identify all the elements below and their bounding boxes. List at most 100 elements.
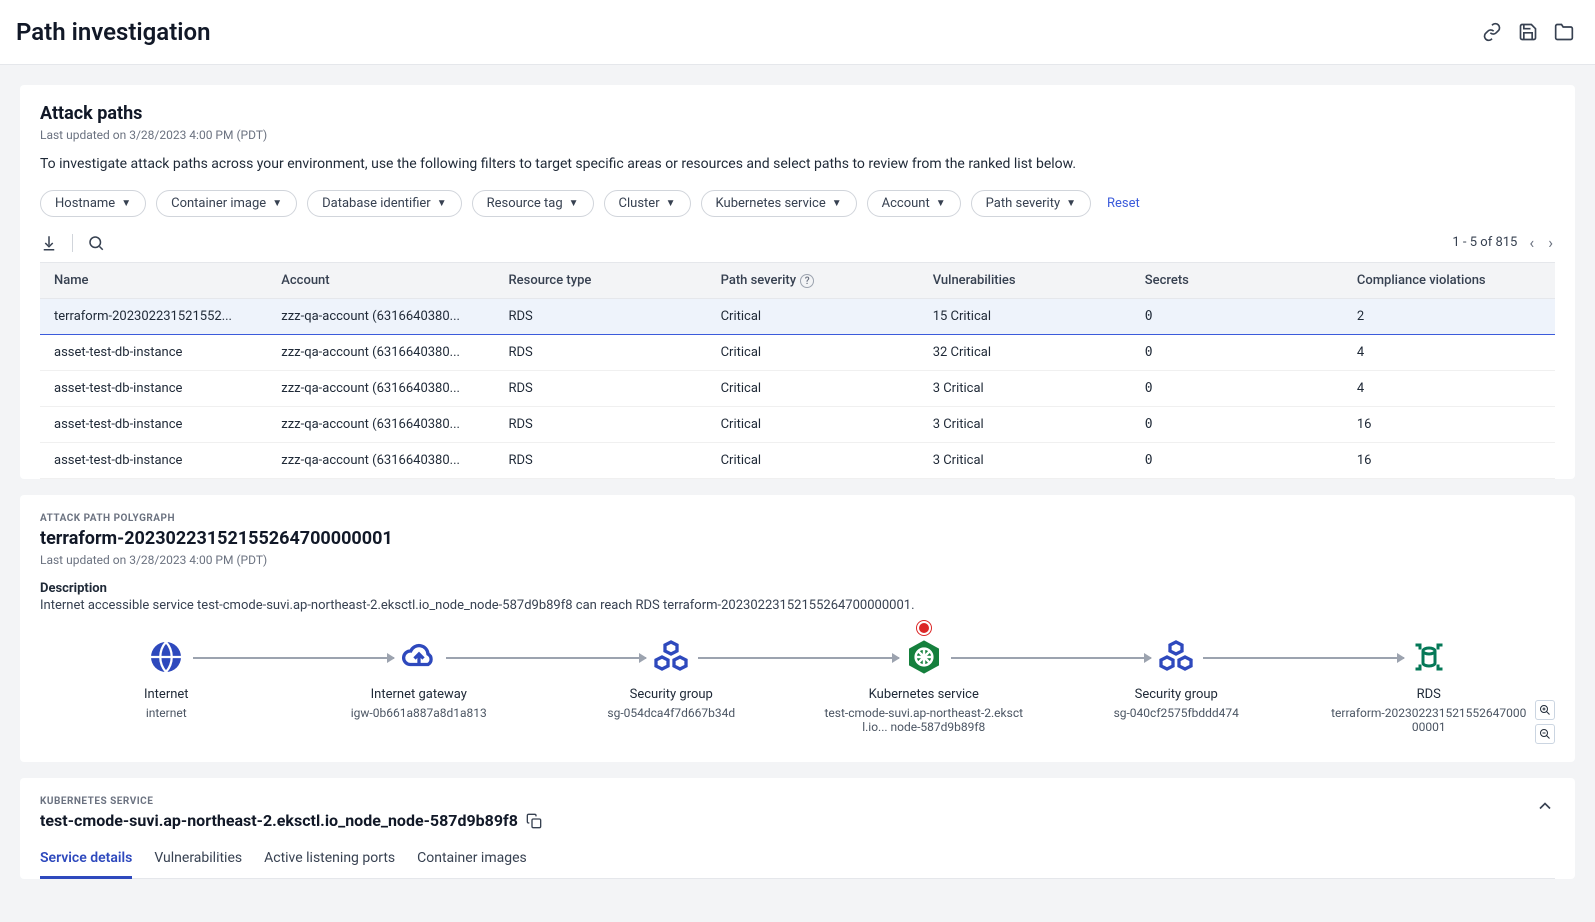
table-toolbar: 1 - 5 of 815 ‹ › xyxy=(40,233,1555,258)
tab-active-listening-ports[interactable]: Active listening ports xyxy=(264,846,395,878)
col-resource-type[interactable]: Resource type xyxy=(495,263,707,299)
cell: asset-test-db-instance xyxy=(40,443,267,479)
zoom-in-icon[interactable] xyxy=(1535,700,1555,720)
filter-path-severity[interactable]: Path severity ▼ xyxy=(971,190,1091,217)
filter-account[interactable]: Account▼ xyxy=(867,190,961,217)
attack-paths-updated: Last updated on 3/28/2023 4:00 PM (PDT) xyxy=(40,128,1555,142)
collapse-toggle[interactable] xyxy=(1535,796,1555,816)
filter-resource-tag[interactable]: Resource tag▼ xyxy=(472,190,594,217)
path-node-igw[interactable]: Internet gateway igw-0b661a887a8d1a813 xyxy=(293,635,546,720)
table-row[interactable]: asset-test-db-instancezzz-qa-account (63… xyxy=(40,407,1555,443)
service-label: KUBERNETES SERVICE xyxy=(40,796,542,807)
table-row[interactable]: asset-test-db-instancezzz-qa-account (63… xyxy=(40,443,1555,479)
col-account[interactable]: Account xyxy=(267,263,494,299)
cell: Critical xyxy=(707,335,919,371)
path-arrow xyxy=(698,657,899,659)
cell: zzz-qa-account (6316640380... xyxy=(267,299,494,335)
chevron-down-icon: ▼ xyxy=(569,198,579,209)
node-sub: sg-040cf2575fbddd474 xyxy=(1114,706,1239,720)
polygraph-desc-heading: Description xyxy=(40,581,1555,596)
filter-container-image[interactable]: Container image▼ xyxy=(156,190,297,217)
help-icon[interactable]: ? xyxy=(800,274,814,288)
node-title: Internet xyxy=(144,687,189,702)
filter-label: Account xyxy=(882,196,930,211)
tab-service-details[interactable]: Service details xyxy=(40,846,132,879)
folder-icon[interactable] xyxy=(1553,21,1575,43)
header-actions xyxy=(1481,21,1579,43)
cell: 0 xyxy=(1131,407,1343,443)
col-secrets[interactable]: Secrets xyxy=(1131,263,1343,299)
cell: Critical xyxy=(707,299,919,335)
col-vulnerabilities[interactable]: Vulnerabilities xyxy=(919,263,1131,299)
filter-row: Hostname▼Container image▼Database identi… xyxy=(40,190,1555,217)
sg-icon xyxy=(1158,639,1194,675)
cell: 0 xyxy=(1131,371,1343,407)
filter-cluster[interactable]: Cluster▼ xyxy=(604,190,691,217)
cell: Critical xyxy=(707,371,919,407)
rds-icon xyxy=(1411,639,1447,675)
cell: 3 Critical xyxy=(919,407,1131,443)
path-node-rds[interactable]: RDSterraform-20230223152155264700000001 xyxy=(1303,635,1556,734)
filter-label: Container image xyxy=(171,196,266,211)
chevron-down-icon: ▼ xyxy=(437,198,447,209)
pager: 1 - 5 of 815 ‹ › xyxy=(1452,233,1555,252)
cell: asset-test-db-instance xyxy=(40,371,267,407)
table-row[interactable]: asset-test-db-instancezzz-qa-account (63… xyxy=(40,371,1555,407)
cell: RDS xyxy=(495,371,707,407)
copy-icon[interactable] xyxy=(526,813,542,829)
pager-prev[interactable]: ‹ xyxy=(1527,233,1536,252)
filter-database-identifier[interactable]: Database identifier▼ xyxy=(307,190,462,217)
cell: 16 xyxy=(1343,443,1555,479)
cell: 0 xyxy=(1131,335,1343,371)
cell: terraform-202302231521552... xyxy=(40,299,267,335)
reset-filters[interactable]: Reset xyxy=(1107,196,1140,211)
node-sub: igw-0b661a887a8d1a813 xyxy=(351,706,487,720)
chevron-down-icon: ▼ xyxy=(121,198,131,209)
path-node-k8s[interactable]: Kubernetes service test-cmode-suvi.ap-nor… xyxy=(798,635,1051,734)
path-arrow xyxy=(193,657,394,659)
filter-label: Kubernetes service xyxy=(716,196,826,211)
table-row[interactable]: asset-test-db-instancezzz-qa-account (63… xyxy=(40,335,1555,371)
cell: 4 xyxy=(1343,335,1555,371)
node-sub: sg-054dca4f7d667b34d xyxy=(607,706,735,720)
pager-next[interactable]: › xyxy=(1546,233,1555,252)
filter-label: Path severity xyxy=(986,196,1060,211)
col-compliance-violations[interactable]: Compliance violations xyxy=(1343,263,1555,299)
save-icon[interactable] xyxy=(1517,21,1539,43)
chevron-down-icon: ▼ xyxy=(832,198,842,209)
path-arrow xyxy=(1203,657,1404,659)
search-icon[interactable] xyxy=(87,234,105,252)
cell: 16 xyxy=(1343,407,1555,443)
k8s-icon xyxy=(904,637,944,677)
cell: zzz-qa-account (6316640380... xyxy=(267,443,494,479)
node-sub: test-cmode-suvi.ap-northeast-2.eksctl.io… xyxy=(824,706,1024,734)
link-icon[interactable] xyxy=(1481,21,1503,43)
filter-kubernetes-service[interactable]: Kubernetes service ▼ xyxy=(701,190,857,217)
igw-icon xyxy=(401,639,437,675)
download-icon[interactable] xyxy=(40,234,58,252)
cell: 2 xyxy=(1343,299,1555,335)
zoom-out-icon[interactable] xyxy=(1535,724,1555,744)
node-title: Internet gateway xyxy=(371,687,467,702)
page-title: Path investigation xyxy=(16,18,210,46)
path-node-globe[interactable]: Internetinternet xyxy=(40,635,293,720)
polygraph-title: terraform-20230223152155264700000001 xyxy=(40,528,1555,549)
node-title: Kubernetes service xyxy=(869,687,979,702)
cell: zzz-qa-account (6316640380... xyxy=(267,335,494,371)
col-name[interactable]: Name xyxy=(40,263,267,299)
path-node-sg[interactable]: Security groupsg-040cf2575fbddd474 xyxy=(1050,635,1303,720)
cell: 3 Critical xyxy=(919,443,1131,479)
pager-range: 1 - 5 of 815 xyxy=(1452,235,1517,250)
polygraph-desc: Internet accessible service test-cmode-s… xyxy=(40,598,1555,613)
filter-hostname[interactable]: Hostname ▼ xyxy=(40,190,146,217)
chevron-down-icon: ▼ xyxy=(1066,198,1076,209)
col-path-severity[interactable]: Path severity? xyxy=(707,263,919,299)
table-row[interactable]: terraform-202302231521552...zzz-qa-accou… xyxy=(40,299,1555,335)
filter-label: Hostname xyxy=(55,196,115,211)
path-node-sg[interactable]: Security groupsg-054dca4f7d667b34d xyxy=(545,635,798,720)
node-title: RDS xyxy=(1417,687,1441,702)
cell: asset-test-db-instance xyxy=(40,407,267,443)
tab-container-images[interactable]: Container images xyxy=(417,846,527,878)
cell: 15 Critical xyxy=(919,299,1131,335)
tab-vulnerabilities[interactable]: Vulnerabilities xyxy=(154,846,242,878)
